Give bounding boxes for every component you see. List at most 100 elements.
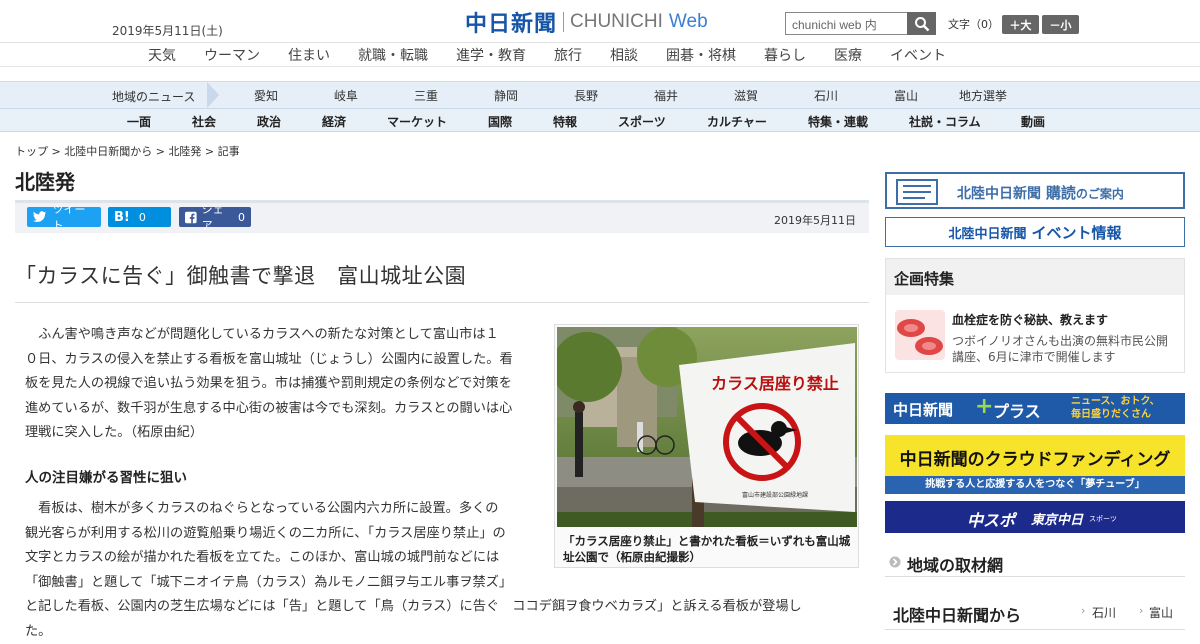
- section-item[interactable]: 特集・連載: [808, 113, 868, 130]
- category-item[interactable]: 囲碁・将棋: [666, 45, 736, 65]
- category-item[interactable]: 天気: [148, 45, 176, 65]
- section-nav: 一面 社会 政治 経済 マーケット 国際 特報 スポーツ カルチャー 特集・連載…: [0, 108, 1200, 132]
- region-coverage-label: 地域の取材網: [907, 552, 1003, 576]
- region-item[interactable]: 愛知: [254, 87, 278, 104]
- chunichi-sports-banner[interactable]: 中スポ 東京中日 スポーツ: [885, 501, 1185, 533]
- logo-divider: [563, 12, 564, 32]
- subscribe-banner[interactable]: 北陸中日新聞 購読のご案内: [885, 172, 1185, 209]
- region-item[interactable]: 岐阜: [334, 87, 358, 104]
- article-headline: 「カラスに告ぐ」御触書で撃退 富山城址公園: [15, 260, 466, 290]
- breadcrumb-separator: >: [152, 145, 168, 158]
- page-title: 北陸発: [15, 166, 75, 195]
- section-item[interactable]: スポーツ: [618, 113, 666, 130]
- chunichi-plus-banner[interactable]: 中日新聞 + プラス ニュース、おトク、毎日盛りだくさん: [885, 393, 1185, 424]
- breadcrumb-parent[interactable]: 北陸中日新聞から: [64, 145, 152, 158]
- region-item[interactable]: 石川: [814, 87, 838, 104]
- category-item[interactable]: 相談: [610, 45, 638, 65]
- event-banner-main: 北陸中日新聞: [948, 223, 1026, 242]
- sports-logo-tag: スポーツ: [1089, 514, 1117, 524]
- kikaku-thumbnail[interactable]: [895, 310, 945, 360]
- section-item[interactable]: 経済: [322, 113, 346, 130]
- hokuriku-tab[interactable]: 石川: [1092, 604, 1116, 621]
- region-coverage-link[interactable]: 地域の取材網: [885, 543, 1185, 577]
- article-subhead: 人の注目嫌がる習性に狙い: [25, 466, 187, 486]
- section-item[interactable]: 社会: [192, 113, 216, 130]
- crow-sign-photo: カラス居座り禁止 富山市建設部公園緑地課: [557, 327, 857, 527]
- logo-main-text: 中日新聞: [465, 6, 557, 38]
- region-item[interactable]: 滋賀: [734, 87, 758, 104]
- category-item[interactable]: 暮らし: [764, 45, 806, 65]
- region-nav-label: 地域のニュース: [0, 82, 222, 108]
- article-lead: ふん害や鳴き声などが問題化しているカラスへの新たな対策として富山市は１ ０日、カ…: [25, 323, 545, 446]
- article-line: 「御触書」と題して「城下ニオイテ鳥（カラス）為ルモノ二餌ヲ与エル事ヲ禁ズ」: [25, 571, 855, 596]
- region-item[interactable]: 福井: [654, 87, 678, 104]
- event-info-banner[interactable]: 北陸中日新聞 イベント情報: [885, 217, 1185, 247]
- plus-label-2: プラス: [993, 398, 1041, 422]
- category-item[interactable]: 住まい: [288, 45, 330, 65]
- region-item[interactable]: 地方選挙: [959, 87, 1007, 104]
- category-item[interactable]: 就職・転職: [358, 45, 428, 65]
- newspaper-icon: [895, 176, 949, 206]
- category-item[interactable]: 旅行: [554, 45, 582, 65]
- breadcrumb-section[interactable]: 北陸発: [168, 145, 201, 158]
- kikaku-panel: 企画特集 血栓症を防ぐ秘訣、教えます つボイノリオさんも出演の無料市民公開講座、…: [885, 258, 1185, 373]
- headline-divider: [15, 302, 869, 303]
- region-item[interactable]: 三重: [414, 87, 438, 104]
- section-item[interactable]: 一面: [127, 113, 151, 130]
- facebook-label: シェア: [202, 201, 231, 233]
- facebook-count: 0: [238, 211, 245, 224]
- header-date: 2019年5月11日(土): [112, 22, 223, 39]
- font-size-label: 文字（0）: [948, 16, 999, 32]
- breadcrumb-top[interactable]: トップ: [15, 145, 48, 158]
- font-smaller-button[interactable]: －小: [1042, 15, 1079, 34]
- category-item[interactable]: 医療: [834, 45, 862, 65]
- facebook-share-button[interactable]: シェア 0: [179, 207, 251, 227]
- twitter-icon: [33, 211, 47, 223]
- section-item[interactable]: 特報: [553, 113, 577, 130]
- hokuriku-tab[interactable]: 富山: [1149, 604, 1173, 621]
- section-item[interactable]: 動画: [1021, 113, 1045, 130]
- section-item[interactable]: 国際: [488, 113, 512, 130]
- tweet-button[interactable]: ツイート: [27, 207, 101, 227]
- logo-chunichi-text: CHUNICHI: [570, 11, 663, 33]
- chevron-right-icon: ›: [1139, 604, 1143, 617]
- hokuriku-from-title[interactable]: 北陸中日新聞から: [893, 602, 1021, 626]
- article-date: 2019年5月11日: [774, 212, 856, 228]
- category-item[interactable]: 進学・教育: [456, 45, 526, 65]
- tweet-label: ツイート: [53, 201, 95, 233]
- hokuriku-from-section: 北陸中日新聞から › 石川 › 富山: [885, 596, 1185, 630]
- article-photo[interactable]: カラス居座り禁止 富山市建設部公園緑地課: [557, 327, 857, 527]
- kikaku-item-title[interactable]: 血栓症を防ぐ秘訣、教えます: [952, 311, 1108, 328]
- category-item[interactable]: イベント: [890, 45, 946, 65]
- category-item[interactable]: ウーマン: [204, 45, 260, 65]
- section-item[interactable]: カルチャー: [707, 113, 767, 130]
- region-item[interactable]: 長野: [574, 87, 598, 104]
- sign-footer-text: 富山市建設部公園緑地課: [742, 491, 808, 499]
- article-line: ふん害や鳴き声などが問題化しているカラスへの新たな対策として富山市は１: [25, 323, 545, 348]
- font-larger-button[interactable]: ＋大: [1002, 15, 1039, 34]
- breadcrumb-separator: >: [201, 145, 217, 158]
- crowdfunding-banner[interactable]: 中日新聞のクラウドファンディング 挑戦する人と応援する人をつなぐ「夢チューブ」: [885, 435, 1185, 494]
- site-logo[interactable]: 中日新聞 CHUNICHI Web: [465, 9, 708, 35]
- search-button[interactable]: [907, 12, 936, 35]
- search-input[interactable]: chunichi web 内: [785, 12, 908, 35]
- section-item[interactable]: 政治: [257, 113, 281, 130]
- hatena-bookmark-button[interactable]: B! 0: [108, 207, 171, 227]
- kikaku-item-text: つボイノリオさんも出演の無料市民公開講座、6月に津市で開催します: [952, 333, 1177, 365]
- section-item[interactable]: 社説・コラム: [909, 113, 981, 130]
- chevron-right-icon: ›: [1081, 604, 1085, 617]
- photo-caption: 「カラス居座り禁止」と書かれた看板＝いずれも富山城址公園で（柘原由紀撮影）: [563, 533, 853, 565]
- section-item[interactable]: マーケット: [387, 113, 447, 130]
- plus-icon: +: [975, 394, 993, 419]
- sports-logo-main: 中スポ: [967, 507, 1015, 531]
- blood-cell-icon: [895, 310, 945, 360]
- crowdfunding-title: 中日新聞のクラウドファンディング: [885, 445, 1185, 470]
- region-item[interactable]: 富山: [894, 87, 918, 104]
- facebook-icon: [185, 211, 197, 224]
- breadcrumb: トップ > 北陸中日新聞から > 北陸発 > 記事: [15, 143, 240, 159]
- region-nav: 地域のニュース 愛知 岐阜 三重 静岡 長野 福井 滋賀 石川 富山 地方選挙: [0, 81, 1200, 108]
- search-icon: [914, 16, 930, 32]
- category-nav: 天気 ウーマン 住まい 就職・転職 進学・教育 旅行 相談 囲碁・将棋 暮らし …: [0, 43, 1200, 67]
- article-figure: カラス居座り禁止 富山市建設部公園緑地課 「カラス居座り禁止」と書かれた看板＝い…: [554, 324, 859, 568]
- region-item[interactable]: 静岡: [494, 87, 518, 104]
